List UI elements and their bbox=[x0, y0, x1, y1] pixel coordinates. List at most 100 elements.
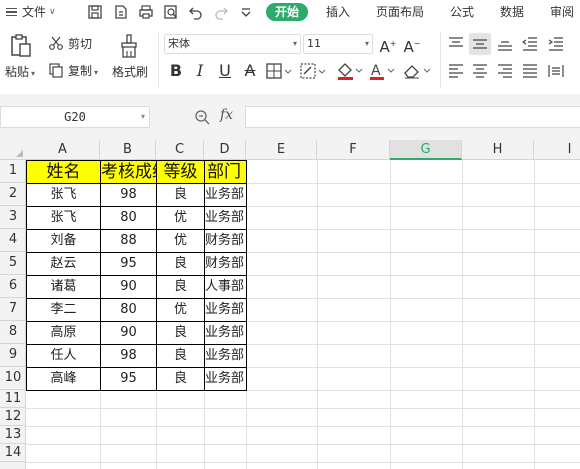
data-cell[interactable]: 良 bbox=[157, 184, 204, 206]
align-right-icon[interactable] bbox=[495, 61, 515, 81]
paste-button[interactable]: 粘贴 ▾ bbox=[5, 64, 35, 82]
undo-icon[interactable] bbox=[187, 3, 205, 21]
row-header-9[interactable]: 9 bbox=[0, 344, 26, 367]
data-cell[interactable]: 人事部 bbox=[205, 276, 246, 298]
data-cell[interactable]: 业务部 bbox=[205, 207, 246, 229]
fx-insert-function-icon[interactable]: fx bbox=[220, 107, 233, 123]
row-header-2[interactable]: 2 bbox=[0, 183, 26, 206]
header-cell[interactable]: 等级 bbox=[157, 161, 204, 183]
data-cell[interactable]: 优 bbox=[157, 230, 204, 252]
align-center-icon[interactable] bbox=[470, 61, 490, 81]
tab-data[interactable]: 数据 bbox=[500, 3, 524, 21]
row-header-3[interactable]: 3 bbox=[0, 206, 26, 229]
italic-icon[interactable]: I bbox=[190, 61, 210, 81]
align-middle-icon[interactable] bbox=[469, 33, 491, 55]
underline-icon[interactable]: U bbox=[215, 61, 235, 81]
data-cell[interactable]: 80 bbox=[101, 207, 156, 229]
data-cell[interactable]: 良 bbox=[157, 276, 204, 298]
column-header-h[interactable]: H bbox=[462, 140, 534, 160]
decrease-font-icon[interactable]: A− bbox=[402, 34, 422, 56]
column-header-f[interactable]: F bbox=[317, 140, 390, 160]
data-cell[interactable]: 高峰 bbox=[27, 368, 100, 390]
data-cell[interactable]: 业务部 bbox=[205, 345, 246, 367]
row-header-8[interactable]: 8 bbox=[0, 321, 26, 344]
data-cell[interactable]: 优 bbox=[157, 299, 204, 321]
bold-icon[interactable]: B bbox=[166, 61, 186, 81]
increase-indent-icon[interactable] bbox=[546, 34, 566, 54]
redo-icon[interactable] bbox=[212, 3, 230, 21]
data-cell[interactable]: 90 bbox=[101, 276, 156, 298]
increase-font-icon[interactable]: A+ bbox=[378, 34, 398, 56]
print-icon[interactable] bbox=[137, 3, 155, 21]
data-cell[interactable]: 良 bbox=[157, 368, 204, 390]
column-header-e[interactable]: E bbox=[246, 140, 317, 160]
distributed-align-icon[interactable] bbox=[546, 61, 566, 81]
tab-insert[interactable]: 插入 bbox=[326, 3, 350, 21]
data-cell[interactable]: 赵云 bbox=[27, 253, 100, 275]
font-color-icon[interactable]: A bbox=[368, 61, 396, 81]
data-cell[interactable]: 良 bbox=[157, 322, 204, 344]
clear-eraser-icon[interactable] bbox=[402, 61, 432, 81]
name-box[interactable]: G20 ▾ bbox=[0, 106, 150, 128]
align-bottom-icon[interactable] bbox=[495, 34, 515, 54]
zoom-search-icon[interactable] bbox=[194, 109, 210, 125]
data-cell[interactable]: 98 bbox=[101, 184, 156, 206]
row-header-11[interactable]: 11 bbox=[0, 390, 26, 408]
row-header-12[interactable]: 12 bbox=[0, 408, 26, 426]
column-header-i[interactable]: I bbox=[534, 140, 580, 160]
row-header-7[interactable]: 7 bbox=[0, 298, 26, 321]
column-header-a[interactable]: A bbox=[26, 140, 100, 160]
column-header-b[interactable]: B bbox=[100, 140, 156, 160]
data-cell[interactable]: 业务部 bbox=[205, 184, 246, 206]
cell-style-icon[interactable] bbox=[300, 63, 326, 79]
tab-formulas[interactable]: 公式 bbox=[450, 3, 474, 21]
strikethrough-icon[interactable]: A bbox=[240, 61, 260, 81]
row-header-14[interactable]: 14 bbox=[0, 444, 26, 462]
font-size-select[interactable]: 11 ▾ bbox=[303, 34, 373, 54]
fill-color-icon[interactable] bbox=[336, 61, 364, 81]
data-cell[interactable]: 95 bbox=[101, 253, 156, 275]
data-cell[interactable]: 财务部 bbox=[205, 230, 246, 252]
data-cell[interactable]: 财务部 bbox=[205, 253, 246, 275]
tab-review[interactable]: 审阅 bbox=[550, 3, 574, 21]
spreadsheet-grid[interactable]: ABCDEFGHI1234567891011121314姓名考核成绩等级部门张飞… bbox=[0, 140, 580, 469]
justify-icon[interactable] bbox=[520, 61, 540, 81]
font-name-select[interactable]: 宋体 ▾ bbox=[164, 34, 301, 54]
data-cell[interactable]: 良 bbox=[157, 345, 204, 367]
data-cell[interactable]: 诸葛 bbox=[27, 276, 100, 298]
decrease-indent-icon[interactable] bbox=[520, 34, 540, 54]
data-cell[interactable]: 业务部 bbox=[205, 299, 246, 321]
tab-home[interactable]: 开始 bbox=[266, 3, 309, 21]
data-cell[interactable]: 李二 bbox=[27, 299, 100, 321]
column-header-g[interactable]: G bbox=[390, 140, 462, 160]
formula-input[interactable] bbox=[245, 106, 580, 128]
row-header-1[interactable]: 1 bbox=[0, 160, 26, 183]
paste-icon[interactable] bbox=[8, 32, 34, 60]
file-menu[interactable]: 文件 ∨ bbox=[6, 3, 56, 21]
data-cell[interactable]: 98 bbox=[101, 345, 156, 367]
data-cell[interactable]: 刘备 bbox=[27, 230, 100, 252]
tab-page-layout[interactable]: 页面布局 bbox=[376, 3, 424, 21]
data-cell[interactable]: 任人 bbox=[27, 345, 100, 367]
print-preview-icon[interactable] bbox=[162, 3, 180, 21]
header-cell[interactable]: 考核成绩 bbox=[101, 161, 156, 183]
align-left-icon[interactable] bbox=[446, 61, 466, 81]
cut-button[interactable]: 剪切 bbox=[68, 36, 92, 52]
data-cell[interactable]: 优 bbox=[157, 207, 204, 229]
save-icon[interactable] bbox=[86, 3, 104, 21]
customize-toolbar-icon[interactable] bbox=[237, 3, 255, 21]
data-cell[interactable]: 95 bbox=[101, 368, 156, 390]
data-cell[interactable]: 90 bbox=[101, 322, 156, 344]
row-header-4[interactable]: 4 bbox=[0, 229, 26, 252]
data-cell[interactable]: 高原 bbox=[27, 322, 100, 344]
row-header-13[interactable]: 13 bbox=[0, 426, 26, 444]
header-cell[interactable]: 姓名 bbox=[27, 161, 100, 183]
export-pdf-icon[interactable] bbox=[112, 3, 130, 21]
data-cell[interactable]: 良 bbox=[157, 253, 204, 275]
select-all-corner[interactable] bbox=[0, 140, 26, 160]
borders-icon[interactable] bbox=[266, 63, 292, 79]
format-painter-button[interactable]: 格式刷 bbox=[112, 64, 148, 80]
row-header-6[interactable]: 6 bbox=[0, 275, 26, 298]
row-header-10[interactable]: 10 bbox=[0, 367, 26, 390]
data-cell[interactable]: 张飞 bbox=[27, 184, 100, 206]
